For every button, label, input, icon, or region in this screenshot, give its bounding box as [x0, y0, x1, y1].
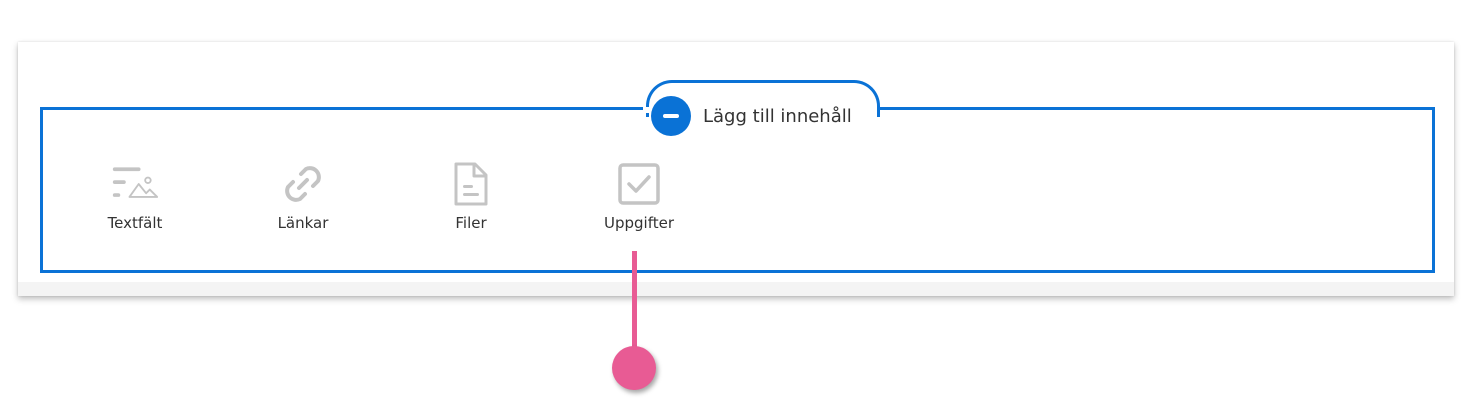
content-card: Lägg till innehåll Textfält Länkar Filer…: [18, 42, 1454, 296]
option-tasks[interactable]: Uppgifter: [579, 160, 699, 232]
option-links[interactable]: Länkar: [243, 160, 363, 232]
minus-bar: [663, 114, 679, 118]
minus-circle-icon[interactable]: [651, 96, 691, 136]
pointer-dot: [612, 346, 656, 390]
link-icon: [279, 160, 327, 208]
pointer-line: [632, 251, 637, 351]
content-type-options: Textfält Länkar Filer Uppgifter: [43, 160, 1432, 240]
text-image-icon: [111, 160, 159, 208]
option-files[interactable]: Filer: [411, 160, 531, 232]
card-footer-strip: [18, 282, 1454, 296]
add-content-label: Lägg till innehåll: [703, 105, 852, 127]
checkbox-icon: [615, 160, 663, 208]
file-icon: [447, 160, 495, 208]
option-label: Textfält: [107, 214, 163, 232]
option-label: Länkar: [277, 214, 329, 232]
add-content-toggle[interactable]: Lägg till innehåll: [651, 96, 852, 136]
add-content-panel: Lägg till innehåll Textfält Länkar Filer…: [40, 80, 1435, 273]
option-label: Filer: [455, 214, 487, 232]
option-label: Uppgifter: [603, 214, 674, 232]
option-textfield[interactable]: Textfält: [75, 160, 195, 232]
page: Lägg till innehåll Textfält Länkar Filer…: [0, 0, 1478, 400]
